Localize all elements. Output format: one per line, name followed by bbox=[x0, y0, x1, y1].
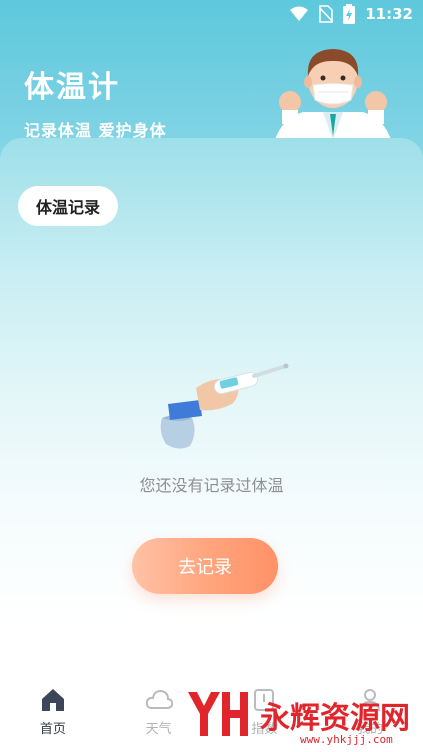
nav-label-weather: 天气 bbox=[145, 722, 172, 737]
thermometer-hand-illustration bbox=[160, 363, 289, 449]
svg-text:永辉资源网: 永辉资源网 bbox=[260, 701, 410, 736]
wifi-icon bbox=[290, 6, 309, 21]
home-icon bbox=[41, 689, 64, 711]
nav-item-home[interactable]: 首页 bbox=[0, 678, 106, 752]
empty-state-text: 您还没有记录过体温 bbox=[139, 476, 284, 495]
temperature-record-tab[interactable]: 体温记录 bbox=[18, 186, 118, 226]
status-icons: 11:32 bbox=[289, 4, 413, 24]
go-record-button[interactable]: 去记录 bbox=[132, 538, 278, 594]
watermark-url: www.yhkjjj.com bbox=[300, 733, 393, 746]
doctor-mascot-illustration bbox=[273, 49, 393, 148]
battery-charging-icon bbox=[343, 4, 356, 24]
no-sim-icon bbox=[319, 5, 334, 23]
nav-label-home: 首页 bbox=[39, 722, 66, 737]
cloud-icon bbox=[145, 689, 173, 709]
status-bar: 11:32 bbox=[0, 0, 423, 28]
status-time: 11:32 bbox=[365, 5, 413, 23]
page-title: 体温计 bbox=[24, 70, 120, 105]
